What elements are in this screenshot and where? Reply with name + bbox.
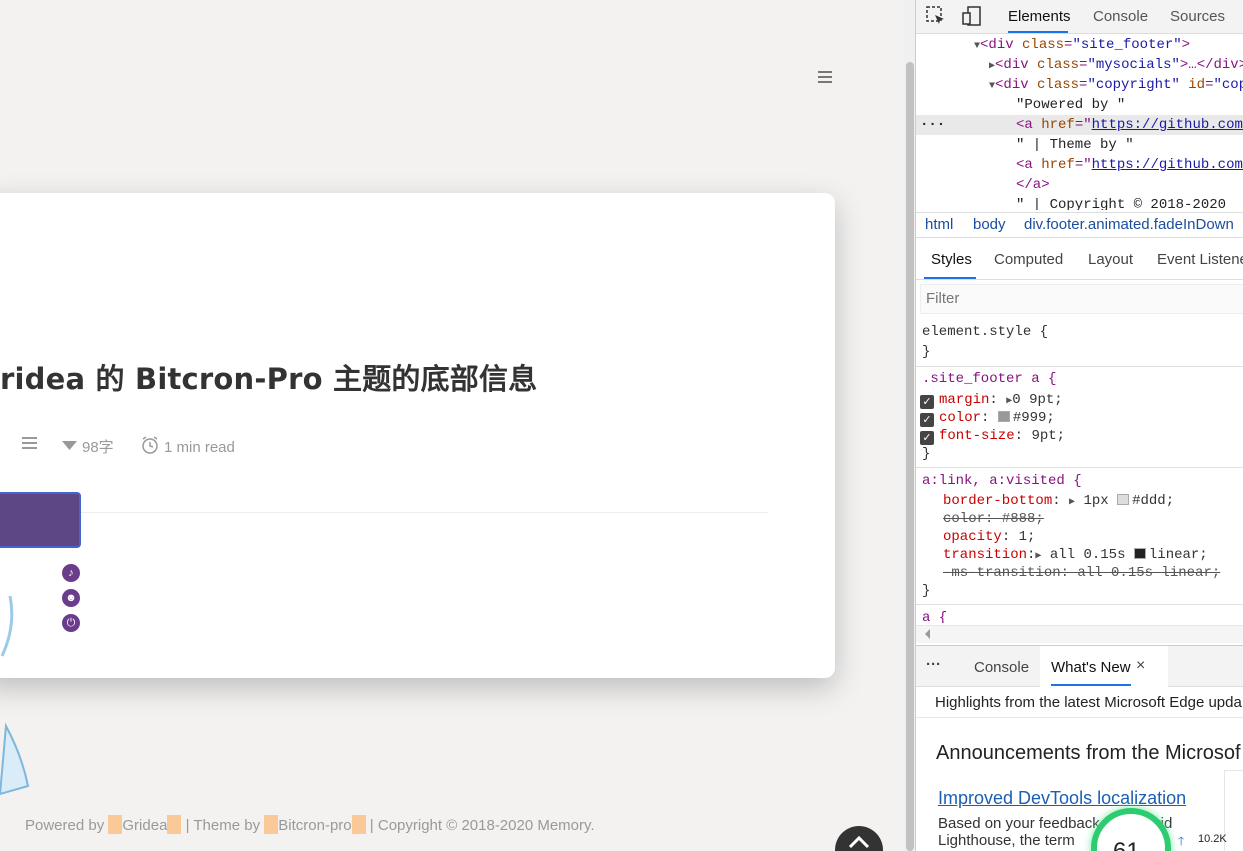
dom-node-mysocials[interactable]: ▶<div class="mysocials">…</div> [989, 55, 1243, 75]
a-selector[interactable]: a { [922, 609, 947, 623]
category-meta[interactable] [22, 436, 42, 453]
drawer-more-icon[interactable]: ··· [926, 656, 941, 673]
powered-by-text: Powered by [25, 817, 105, 834]
rule-separator [916, 467, 1243, 468]
content-divider [0, 512, 768, 513]
border-bottom-declaration[interactable]: border-bottom: ▶ 1px #ddd; [943, 492, 1174, 510]
tab-layout[interactable]: Layout [1088, 251, 1133, 268]
drawer-tab-whats-new[interactable]: What's New [1051, 659, 1131, 676]
caret-down-icon [62, 438, 77, 455]
styles-pane: element.style { } .site_footer a { ✓ marg… [916, 318, 1243, 624]
music-icon[interactable]: ♪ [62, 564, 80, 582]
dom-node-selected-link[interactable]: ··· <a href="https://github.com/ [916, 115, 1243, 135]
highlighted-element-overlay [0, 492, 81, 548]
checkbox-icon[interactable]: ✓ [920, 395, 934, 409]
breadcrumb: html body div.footer.animated.fadeInDown [916, 212, 1243, 238]
alarm-clock-icon [141, 436, 159, 458]
tab-styles[interactable]: Styles [931, 251, 972, 268]
tab-computed[interactable]: Computed [994, 251, 1063, 268]
rule-close: } [922, 344, 931, 360]
whats-new-header: Highlights from the latest Microsoft Edg… [916, 688, 1243, 718]
styles-horizontal-scrollbar[interactable] [916, 625, 1243, 643]
tab-event-listeners[interactable]: Event Listene [1157, 251, 1243, 268]
skull-icon[interactable]: ☻ [62, 589, 80, 607]
site-footer-a-selector[interactable]: .site_footer a { [922, 370, 1056, 388]
copyright-text: | Copyright © 2018-2020 Memory. [369, 817, 595, 834]
chevron-up-icon [848, 835, 870, 849]
close-icon[interactable]: × [1136, 657, 1145, 675]
breadcrumb-html[interactable]: html [925, 213, 953, 237]
arrow-up-icon: 🡑 [1178, 834, 1185, 848]
bitcron-link[interactable]: Bitcron-pro [264, 815, 366, 834]
memory-readout: 10.2K [1198, 833, 1227, 845]
active-subtab-indicator [924, 277, 976, 279]
device-toolbar-icon[interactable] [962, 6, 984, 26]
dom-node-site-footer[interactable]: ▼<div class="site_footer"> [974, 35, 1190, 55]
color-declaration[interactable]: ✓ color: #999; [920, 409, 1055, 427]
tab-console[interactable]: Console [1093, 8, 1148, 25]
dom-node-copyright[interactable]: ▼<div class="copyright" id="cop [989, 75, 1243, 95]
dom-text-powered-by[interactable]: "Powered by " [1016, 95, 1125, 115]
dom-text-theme-by[interactable]: " | Theme by " [1016, 135, 1134, 155]
drawer-tab-console[interactable]: Console [974, 659, 1029, 676]
checkbox-icon[interactable]: ✓ [920, 413, 934, 427]
devtools-toolbar: Elements Console Sources [916, 0, 1243, 34]
dom-tree: ▼<div class="site_footer"> ▶<div class="… [916, 35, 1243, 210]
list-icon [22, 436, 37, 453]
color-overridden-declaration[interactable]: color: #888; [943, 510, 1044, 528]
a-link-visited-selector[interactable]: a:link, a:visited { [922, 472, 1082, 490]
read-time: 1 min read [164, 438, 235, 456]
performance-score: 61 [1113, 838, 1140, 851]
site-footer: Powered by Gridea | Theme by Bitcron-pro… [25, 815, 595, 834]
dom-text-copyright[interactable]: " | Copyright © 2018-2020 [1016, 195, 1226, 210]
inspect-element-icon[interactable] [926, 6, 948, 26]
styles-filter-input[interactable]: Filter [920, 284, 1243, 314]
dom-node-link-2[interactable]: <a href="https://github.com/ [1016, 155, 1243, 175]
rule-close: } [922, 446, 931, 462]
page-scrollbar-thumb[interactable] [906, 62, 914, 851]
word-count-meta: 98字 [62, 436, 114, 457]
word-count: 98字 [82, 439, 114, 456]
breadcrumb-body[interactable]: body [973, 213, 1006, 237]
transition-declaration[interactable]: transition:▶ all 0.15s linear; [943, 546, 1208, 564]
rule-close: } [922, 583, 931, 599]
element-style-selector[interactable]: element.style { [922, 323, 1048, 341]
menu-icon[interactable] [818, 71, 832, 83]
color-swatch-icon[interactable] [997, 411, 1010, 422]
opacity-declaration[interactable]: opacity: 1; [943, 528, 1035, 546]
rule-separator [916, 366, 1243, 367]
ms-transition-declaration[interactable]: -ms-transition: all 0.15s linear; [943, 564, 1220, 582]
whats-new-link[interactable]: Improved DevTools localization [938, 788, 1186, 809]
dom-node-close-a[interactable]: </a> [1016, 175, 1050, 195]
scroll-left-icon[interactable] [924, 629, 932, 639]
devtools-panel: Elements Console Sources ▼<div class="si… [915, 0, 1243, 851]
tab-sources[interactable]: Sources [1170, 8, 1225, 25]
active-tab-indicator [1008, 31, 1068, 33]
breadcrumb-div-footer[interactable]: div.footer.animated.fadeInDown [1024, 213, 1234, 237]
font-size-declaration[interactable]: ✓ font-size: 9pt; [920, 427, 1065, 445]
rule-separator [916, 604, 1243, 605]
drawer-toolbar: ··· Console What's New × [916, 645, 1243, 687]
blog-page: ridea 的 Bitcron-Pro 主题的底部信息 98字 1 min re… [0, 0, 915, 851]
tab-elements[interactable]: Elements [1008, 8, 1071, 25]
easing-editor-icon[interactable] [1133, 548, 1146, 559]
decorative-glass-icon [0, 596, 30, 796]
drawer-active-indicator [1051, 684, 1131, 686]
post-card [0, 193, 835, 678]
whats-new-title: Announcements from the Microsof [936, 742, 1241, 764]
power-icon[interactable]: ⏻ [62, 614, 80, 632]
margin-declaration[interactable]: ✓ margin: ▶0 9pt; [920, 391, 1063, 409]
read-time-meta: 1 min read [141, 436, 235, 458]
gridea-link[interactable]: Gridea [108, 815, 182, 834]
post-title[interactable]: ridea 的 Bitcron-Pro 主题的底部信息 [0, 356, 537, 398]
checkbox-icon[interactable]: ✓ [920, 431, 934, 445]
color-swatch-icon[interactable] [1117, 494, 1130, 505]
back-to-top-button[interactable] [835, 826, 883, 851]
dom-more-dots[interactable]: ··· [920, 115, 945, 135]
theme-by-text: | Theme by [185, 817, 261, 834]
styles-subtabs: Styles Computed Layout Event Listene [916, 238, 1243, 280]
